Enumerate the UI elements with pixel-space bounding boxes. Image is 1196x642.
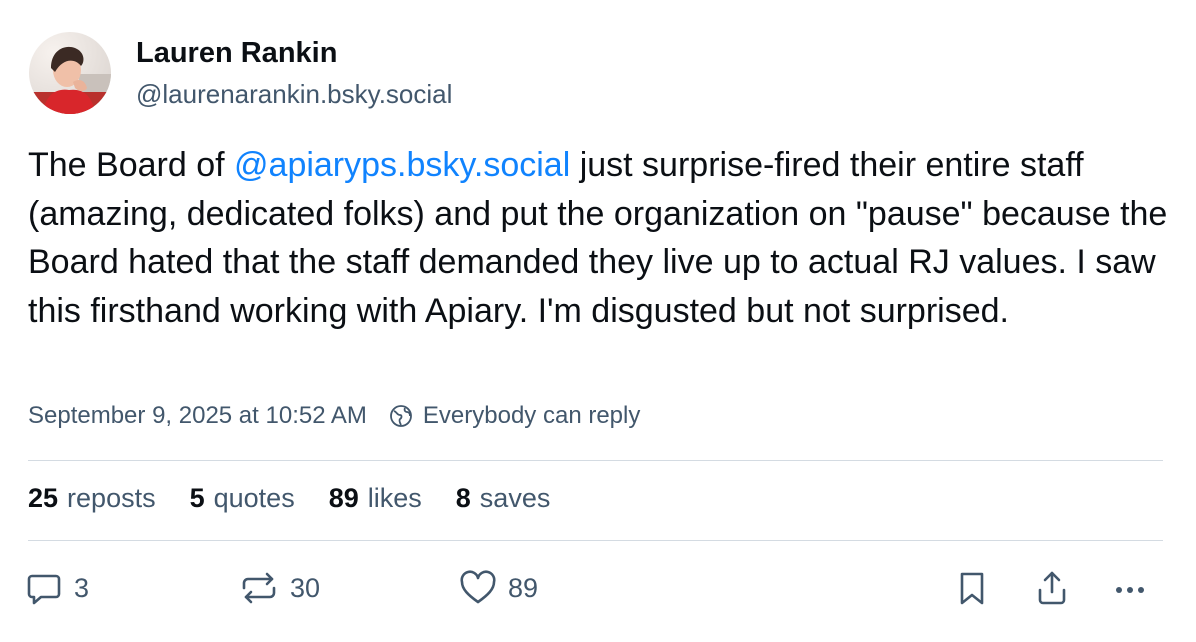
- bookmark-icon: [960, 572, 984, 605]
- author-handle[interactable]: @laurenarankin.bsky.social: [136, 77, 452, 111]
- reply-icon: [27, 574, 61, 605]
- reposts-label: reposts: [67, 483, 156, 513]
- repost-count: 30: [290, 572, 321, 603]
- mention-link[interactable]: @apiaryps.bsky.social: [234, 146, 570, 184]
- more-icon: [1116, 587, 1144, 593]
- likes-stat[interactable]: 89 likes: [329, 483, 422, 514]
- more-options-button[interactable]: [1110, 568, 1150, 608]
- post-text-before: The Board of: [28, 146, 235, 184]
- quotes-stat[interactable]: 5 quotes: [190, 483, 295, 514]
- globe-icon: [390, 405, 412, 427]
- quotes-label: quotes: [213, 483, 295, 513]
- post-header: Lauren Rankin @laurenarankin.bsky.social: [29, 32, 452, 114]
- reply-setting-label: Everybody can reply: [422, 402, 641, 429]
- bookmark-button[interactable]: [952, 568, 992, 608]
- reply-setting[interactable]: Everybody can reply: [389, 402, 640, 430]
- avatar[interactable]: [29, 32, 111, 114]
- reposts-count: 25: [28, 483, 59, 513]
- post-meta: September 9, 2025 at 10:52 AM Everybody …: [28, 402, 640, 430]
- saves-stat[interactable]: 8 saves: [456, 483, 551, 514]
- post-actions: 3 30 89: [24, 568, 1174, 614]
- reply-count: 3: [74, 572, 90, 603]
- saves-label: saves: [479, 483, 551, 513]
- reply-button[interactable]: 3: [24, 568, 89, 608]
- reposts-stat[interactable]: 25 reposts: [28, 483, 156, 514]
- post-thread-view: Lauren Rankin @laurenarankin.bsky.social…: [0, 0, 1196, 642]
- divider: [28, 460, 1163, 461]
- heart-icon: [460, 570, 496, 604]
- post-stats: 25 reposts 5 quotes 89 likes 8 saves: [28, 483, 584, 514]
- like-count: 89: [508, 572, 539, 603]
- like-button[interactable]: 89: [458, 568, 538, 608]
- post-text: The Board of @apiaryps.bsky.social just …: [28, 141, 1168, 335]
- saves-count: 8: [455, 483, 471, 513]
- repost-button[interactable]: 30: [238, 568, 320, 608]
- likes-count: 89: [328, 483, 359, 513]
- divider: [28, 540, 1163, 541]
- share-icon: [1038, 571, 1066, 605]
- author-display-name[interactable]: Lauren Rankin: [136, 35, 452, 71]
- repost-icon: [242, 572, 276, 604]
- post-timestamp[interactable]: September 9, 2025 at 10:52 AM: [28, 402, 367, 430]
- share-button[interactable]: [1032, 568, 1072, 608]
- author-names: Lauren Rankin @laurenarankin.bsky.social: [136, 35, 452, 111]
- quotes-count: 5: [189, 483, 205, 513]
- likes-label: likes: [367, 483, 422, 513]
